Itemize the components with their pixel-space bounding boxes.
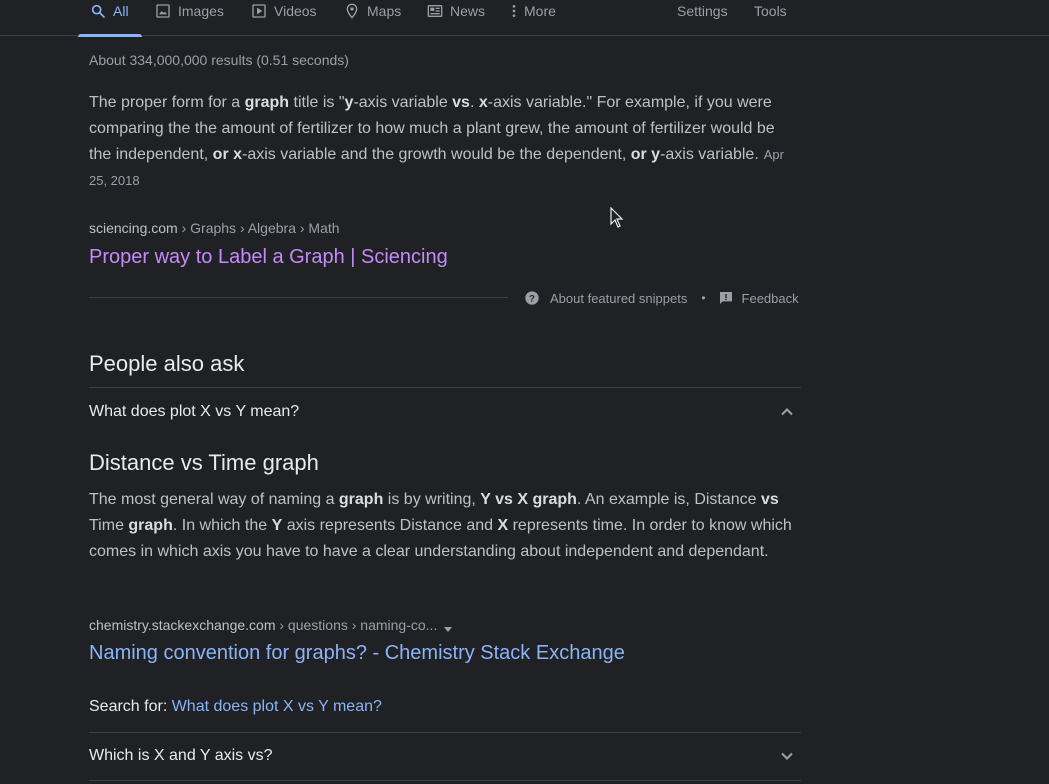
divider: [89, 780, 801, 781]
divider: [89, 732, 801, 733]
tab-label: Videos: [274, 3, 317, 19]
tab-maps[interactable]: Maps: [344, 0, 401, 36]
feedback-link[interactable]: Feedback: [718, 290, 799, 306]
question-row[interactable]: What does plot X vs Y mean?: [89, 390, 801, 434]
answer-title: Distance vs Time graph: [89, 450, 319, 475]
tab-label: All: [113, 3, 129, 19]
feedback-label: Feedback: [741, 290, 799, 306]
feedback-icon: [719, 292, 732, 304]
tools-link[interactable]: Tools: [754, 0, 787, 36]
map-pin-icon: [346, 3, 358, 19]
tab-label: More: [524, 3, 556, 19]
caret-down-icon[interactable]: [443, 624, 453, 634]
snippet-cite[interactable]: sciencing.com › Graphs › Algebra › Math: [89, 219, 340, 237]
search-for-label: Search for:: [89, 698, 172, 715]
about-featured-snippets-link[interactable]: ? About featured snippets: [524, 290, 687, 306]
tab-label: News: [450, 3, 486, 19]
divider: [89, 297, 508, 298]
cite-domain: chemistry.stackexchange.com: [89, 617, 276, 633]
cite-domain: sciencing.com: [89, 220, 178, 236]
tab-all[interactable]: All: [78, 0, 141, 37]
answer-result-title[interactable]: Naming convention for graphs? - Chemistr…: [89, 640, 625, 666]
settings-label: Settings: [677, 3, 728, 19]
search-for-link[interactable]: What does plot X vs Y mean?: [172, 698, 382, 715]
tab-videos[interactable]: Videos: [251, 0, 317, 36]
tab-more[interactable]: More: [509, 0, 556, 36]
separator-dot: •: [701, 291, 706, 305]
more-vert-icon: [512, 5, 516, 17]
question-text: Which is X and Y axis vs?: [89, 747, 273, 764]
chevron-down-icon[interactable]: [777, 746, 797, 766]
answer-text: The most general way of naming a graph i…: [89, 491, 792, 560]
question-row[interactable]: Which is X and Y axis vs?: [89, 734, 801, 778]
play-icon: [252, 4, 266, 18]
tab-news[interactable]: News: [427, 0, 485, 36]
snippet-result-title[interactable]: Proper way to Label a Graph | Sciencing: [89, 244, 448, 270]
tab-images[interactable]: Images: [155, 0, 224, 36]
about-snippets-label: About featured snippets: [550, 290, 688, 306]
chevron-up-icon[interactable]: [777, 402, 797, 422]
divider: [89, 387, 801, 388]
settings-link[interactable]: Settings: [677, 0, 728, 36]
tab-label: Images: [178, 3, 224, 19]
search-icon: [91, 4, 105, 18]
question-text: What does plot X vs Y mean?: [89, 403, 300, 420]
svg-text:?: ?: [529, 293, 535, 303]
featured-snippet-text: The proper form for a graph title is "y-…: [89, 94, 784, 188]
help-icon: ?: [525, 291, 539, 305]
tools-label: Tools: [754, 3, 787, 19]
search-for: Search for: What does plot X vs Y mean?: [89, 696, 382, 718]
search-tabs-bar: All Images Videos Maps News More Setting…: [0, 0, 1049, 37]
snippet-footer: ? About featured snippets • Feedback: [524, 288, 799, 308]
newspaper-icon: [427, 5, 443, 17]
mouse-cursor-icon: [610, 207, 624, 228]
answer-cite[interactable]: chemistry.stackexchange.com › questions …: [89, 616, 453, 634]
people-also-ask-heading: People also ask: [89, 351, 245, 376]
result-stats: About 334,000,000 results (0.51 seconds): [89, 52, 349, 68]
cite-breadcrumb: › questions › naming-co...: [275, 617, 438, 633]
image-icon: [156, 4, 170, 18]
tab-label: Maps: [367, 3, 402, 19]
cite-breadcrumb: › Graphs › Algebra › Math: [177, 220, 340, 236]
